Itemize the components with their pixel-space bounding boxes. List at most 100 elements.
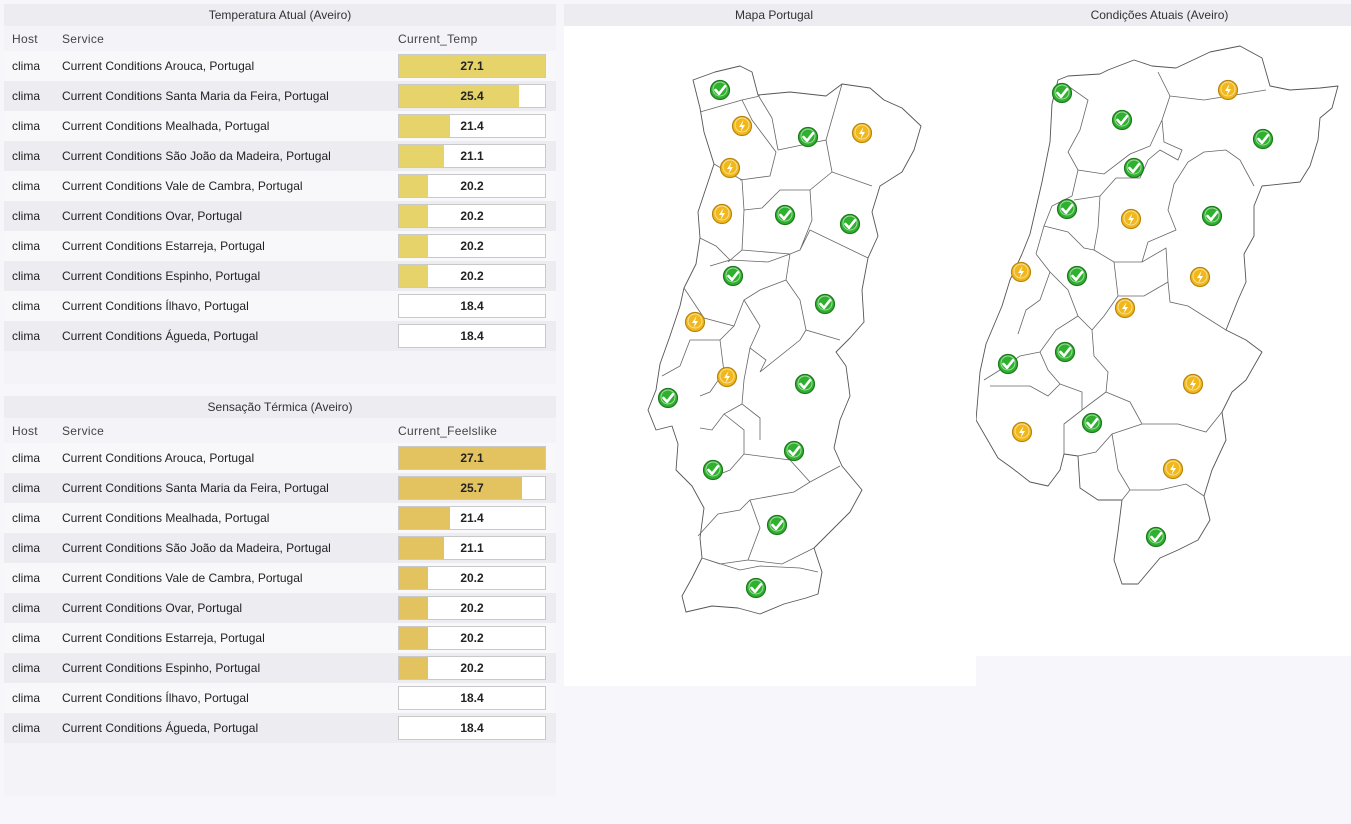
service-cell[interactable]: Current Conditions Ovar, Portugal: [54, 201, 390, 231]
ok-status-icon[interactable]: [783, 440, 805, 462]
table-row[interactable]: clima Current Conditions Vale de Cambra, …: [4, 563, 556, 593]
host-cell[interactable]: clima: [4, 171, 54, 201]
ok-status-icon[interactable]: [839, 213, 861, 235]
metric-bar[interactable]: 20.2: [398, 656, 546, 680]
warning-status-icon[interactable]: [1182, 373, 1204, 395]
service-column-header[interactable]: Service: [54, 26, 390, 51]
service-cell[interactable]: Current Conditions São João da Madeira, …: [54, 533, 390, 563]
ok-status-icon[interactable]: [794, 373, 816, 395]
warning-status-icon[interactable]: [1011, 421, 1033, 443]
host-cell[interactable]: clima: [4, 473, 54, 503]
service-cell[interactable]: Current Conditions Espinho, Portugal: [54, 261, 390, 291]
table-row[interactable]: clima Current Conditions Ílhavo, Portugal…: [4, 291, 556, 321]
ok-status-icon[interactable]: [797, 126, 819, 148]
service-cell[interactable]: Current Conditions São João da Madeira, …: [54, 141, 390, 171]
metric-bar[interactable]: 20.2: [398, 264, 546, 288]
table-row[interactable]: clima Current Conditions São João da Made…: [4, 533, 556, 563]
table-row[interactable]: clima Current Conditions Mealhada, Portug…: [4, 503, 556, 533]
table-row[interactable]: clima Current Conditions Espinho, Portuga…: [4, 653, 556, 683]
ok-status-icon[interactable]: [745, 577, 767, 599]
service-cell[interactable]: Current Conditions Estarreja, Portugal: [54, 231, 390, 261]
ok-status-icon[interactable]: [702, 459, 724, 481]
service-column-header[interactable]: Service: [54, 418, 390, 443]
ok-status-icon[interactable]: [774, 204, 796, 226]
warning-status-icon[interactable]: [731, 115, 753, 137]
host-column-header[interactable]: Host: [4, 418, 54, 443]
warning-status-icon[interactable]: [851, 122, 873, 144]
metric-bar[interactable]: 27.1: [398, 54, 546, 78]
ok-status-icon[interactable]: [1252, 128, 1274, 150]
metric-bar[interactable]: 25.4: [398, 84, 546, 108]
host-cell[interactable]: clima: [4, 261, 54, 291]
warning-status-icon[interactable]: [1120, 208, 1142, 230]
table-row[interactable]: clima Current Conditions Ovar, Portugal 20…: [4, 201, 556, 231]
metric-bar[interactable]: 18.4: [398, 324, 546, 348]
service-cell[interactable]: Current Conditions Arouca, Portugal: [54, 51, 390, 81]
table-row[interactable]: clima Current Conditions Vale de Cambra, …: [4, 171, 556, 201]
metric-column-header[interactable]: Current_Feelslike: [390, 418, 556, 443]
host-cell[interactable]: clima: [4, 443, 54, 473]
metric-bar[interactable]: 21.1: [398, 144, 546, 168]
service-cell[interactable]: Current Conditions Vale de Cambra, Portu…: [54, 563, 390, 593]
metric-bar[interactable]: 21.4: [398, 114, 546, 138]
metric-bar[interactable]: 20.2: [398, 626, 546, 650]
ok-status-icon[interactable]: [1201, 205, 1223, 227]
table-row[interactable]: clima Current Conditions Águeda, Portugal…: [4, 321, 556, 351]
ok-status-icon[interactable]: [709, 79, 731, 101]
service-cell[interactable]: Current Conditions Estarreja, Portugal: [54, 623, 390, 653]
service-cell[interactable]: Current Conditions Ílhavo, Portugal: [54, 291, 390, 321]
host-cell[interactable]: clima: [4, 623, 54, 653]
metric-bar[interactable]: 20.2: [398, 566, 546, 590]
service-cell[interactable]: Current Conditions Santa Maria da Feira,…: [54, 473, 390, 503]
service-cell[interactable]: Current Conditions Ílhavo, Portugal: [54, 683, 390, 713]
table-row[interactable]: clima Current Conditions Santa Maria da F…: [4, 81, 556, 111]
ok-status-icon[interactable]: [1056, 198, 1078, 220]
ok-status-icon[interactable]: [766, 514, 788, 536]
metric-bar[interactable]: 18.4: [398, 716, 546, 740]
metric-bar[interactable]: 25.7: [398, 476, 546, 500]
host-cell[interactable]: clima: [4, 321, 54, 351]
warning-status-icon[interactable]: [716, 366, 738, 388]
service-cell[interactable]: Current Conditions Santa Maria da Feira,…: [54, 81, 390, 111]
service-cell[interactable]: Current Conditions Espinho, Portugal: [54, 653, 390, 683]
host-cell[interactable]: clima: [4, 653, 54, 683]
service-cell[interactable]: Current Conditions Vale de Cambra, Portu…: [54, 171, 390, 201]
host-cell[interactable]: clima: [4, 201, 54, 231]
ok-status-icon[interactable]: [1081, 412, 1103, 434]
warning-status-icon[interactable]: [1189, 266, 1211, 288]
host-cell[interactable]: clima: [4, 231, 54, 261]
ok-status-icon[interactable]: [1066, 265, 1088, 287]
host-cell[interactable]: clima: [4, 713, 54, 743]
table-row[interactable]: clima Current Conditions Águeda, Portugal…: [4, 713, 556, 743]
warning-status-icon[interactable]: [719, 157, 741, 179]
table-row[interactable]: clima Current Conditions Espinho, Portuga…: [4, 261, 556, 291]
host-column-header[interactable]: Host: [4, 26, 54, 51]
metric-bar[interactable]: 18.4: [398, 686, 546, 710]
table-row[interactable]: clima Current Conditions Arouca, Portugal…: [4, 443, 556, 473]
ok-status-icon[interactable]: [1111, 109, 1133, 131]
metric-bar[interactable]: 20.2: [398, 174, 546, 198]
warning-status-icon[interactable]: [1162, 458, 1184, 480]
service-cell[interactable]: Current Conditions Mealhada, Portugal: [54, 111, 390, 141]
service-cell[interactable]: Current Conditions Ovar, Portugal: [54, 593, 390, 623]
host-cell[interactable]: clima: [4, 81, 54, 111]
metric-bar[interactable]: 21.1: [398, 536, 546, 560]
metric-column-header[interactable]: Current_Temp: [390, 26, 556, 51]
warning-status-icon[interactable]: [1217, 79, 1239, 101]
host-cell[interactable]: clima: [4, 503, 54, 533]
ok-status-icon[interactable]: [657, 387, 679, 409]
host-cell[interactable]: clima: [4, 593, 54, 623]
metric-bar[interactable]: 20.2: [398, 596, 546, 620]
metric-bar[interactable]: 20.2: [398, 234, 546, 258]
ok-status-icon[interactable]: [1123, 157, 1145, 179]
metric-bar[interactable]: 27.1: [398, 446, 546, 470]
host-cell[interactable]: clima: [4, 683, 54, 713]
ok-status-icon[interactable]: [1051, 82, 1073, 104]
warning-status-icon[interactable]: [1114, 297, 1136, 319]
ok-status-icon[interactable]: [1145, 526, 1167, 548]
table-row[interactable]: clima Current Conditions Ovar, Portugal 20…: [4, 593, 556, 623]
metric-bar[interactable]: 21.4: [398, 506, 546, 530]
ok-status-icon[interactable]: [814, 293, 836, 315]
metric-bar[interactable]: 20.2: [398, 204, 546, 228]
table-row[interactable]: clima Current Conditions Mealhada, Portug…: [4, 111, 556, 141]
